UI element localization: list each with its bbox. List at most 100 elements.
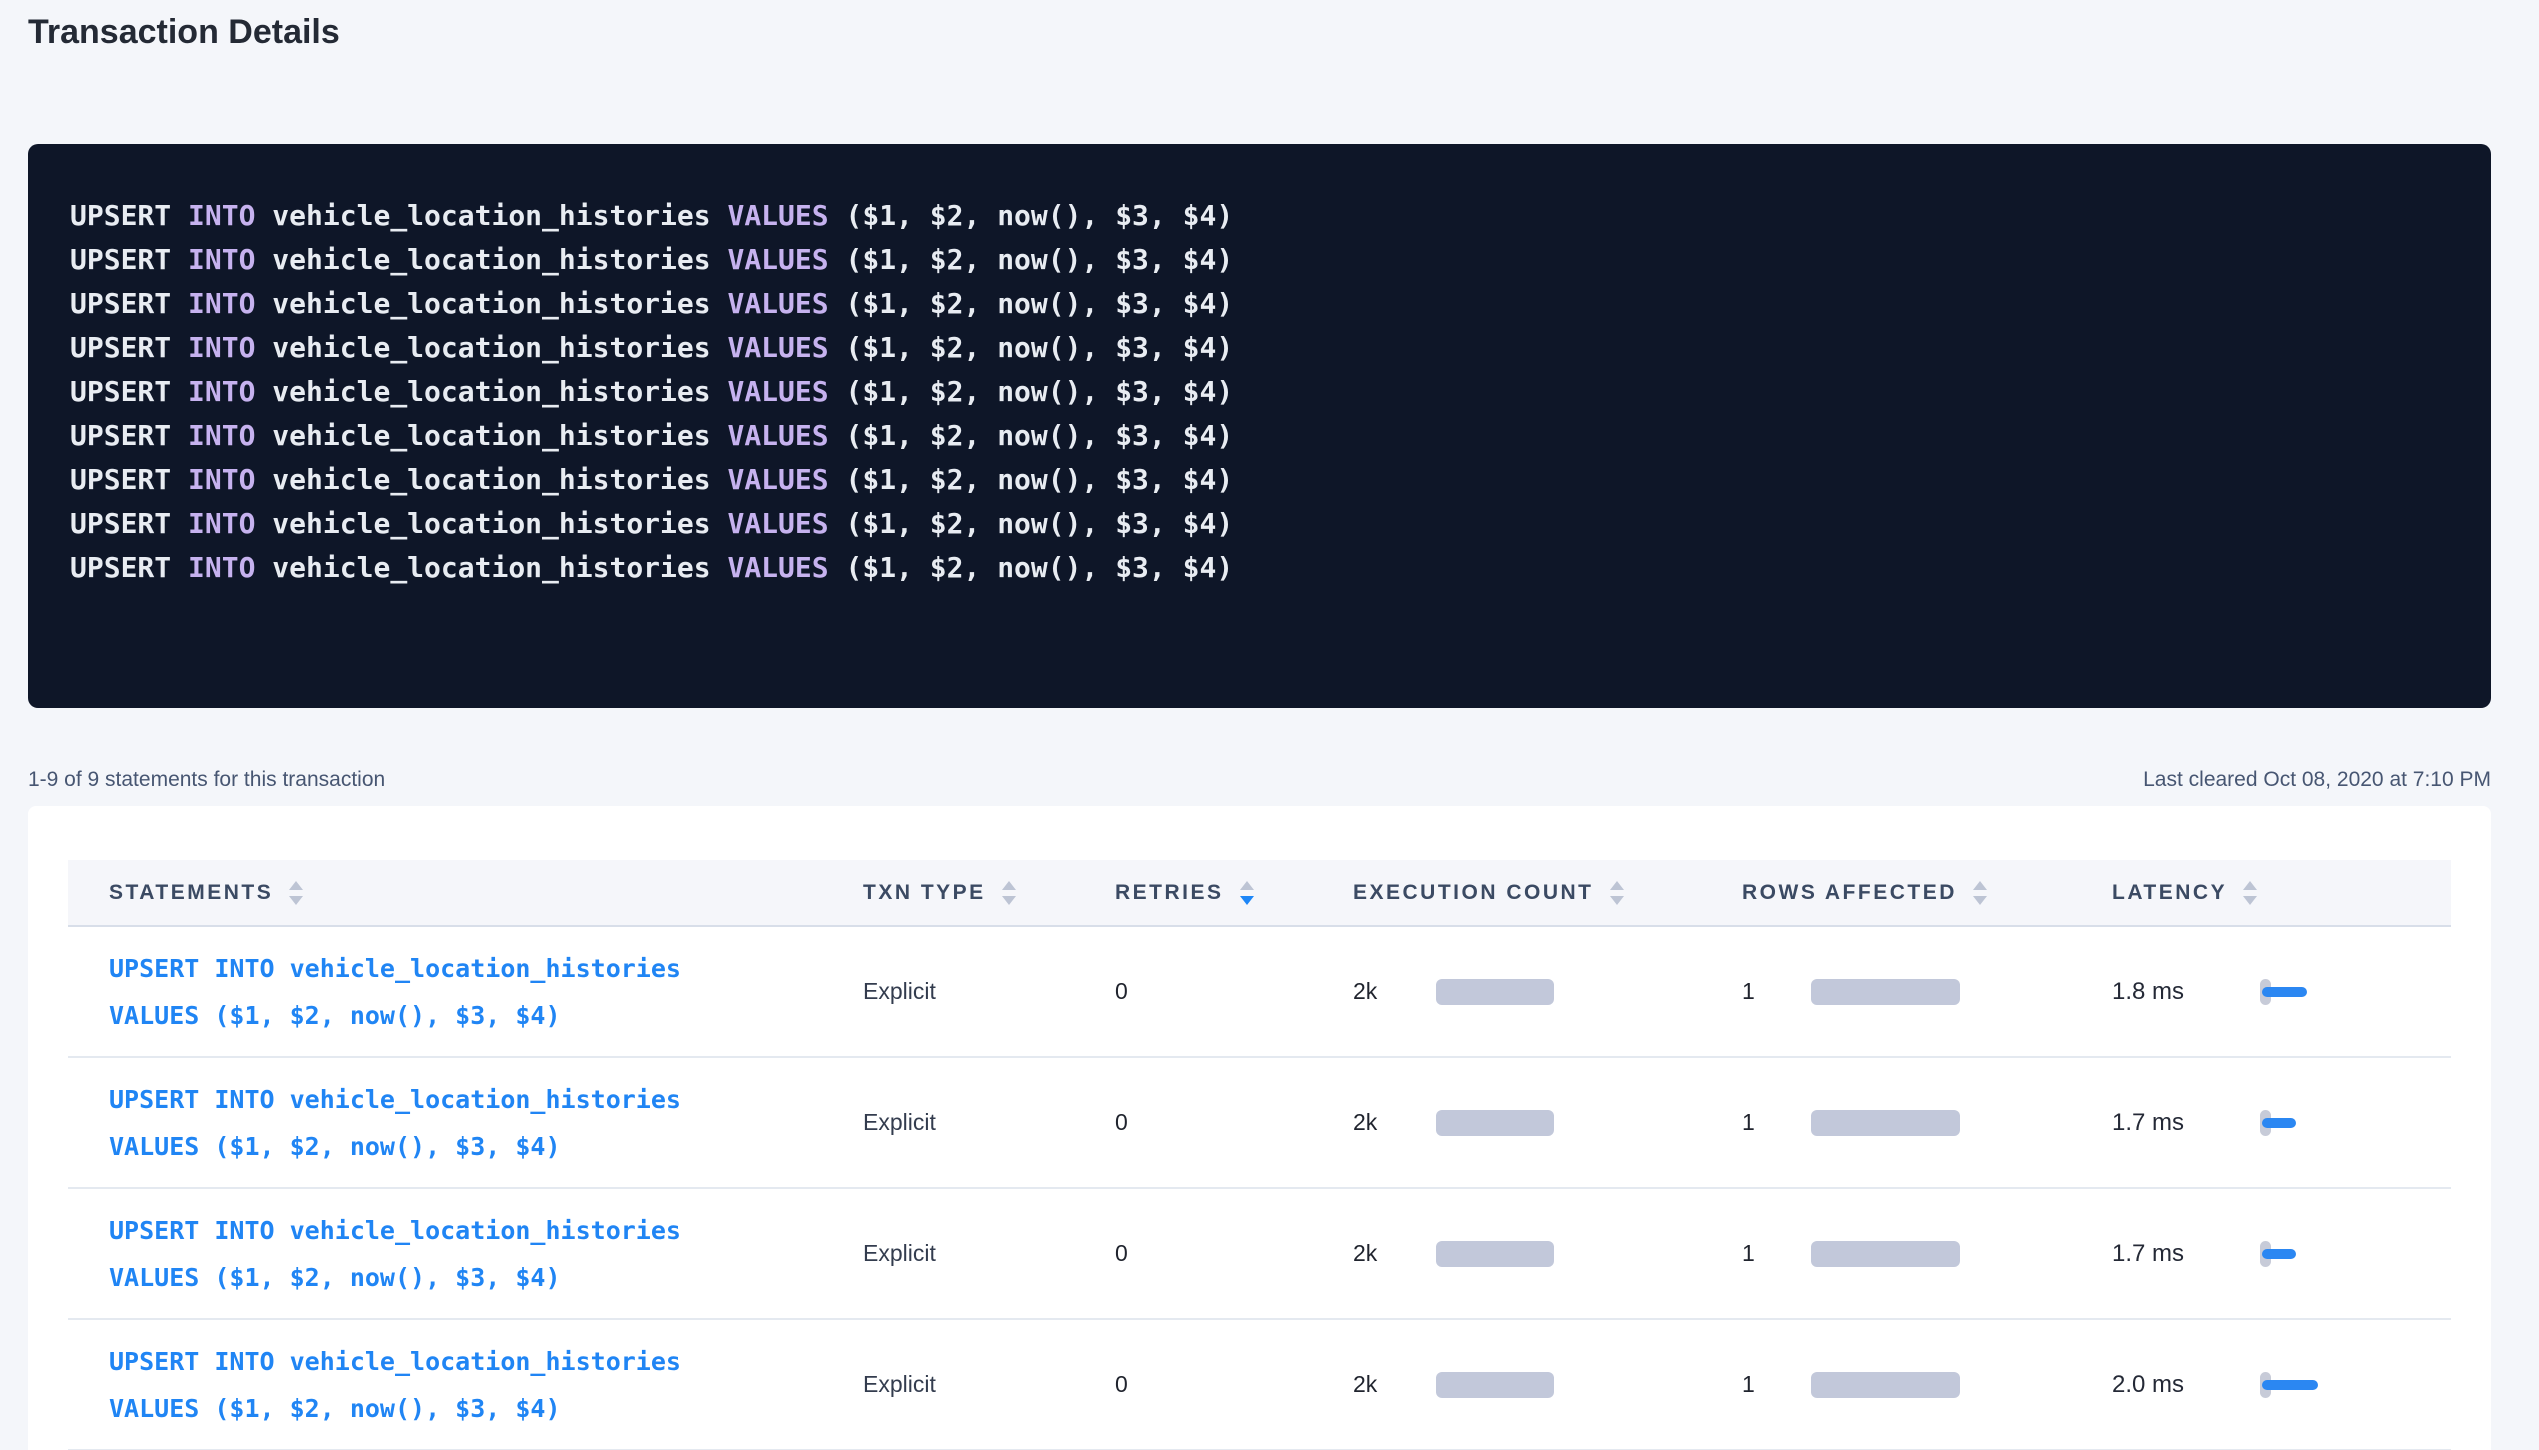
rows-affected-cell: 1 [1742, 1109, 2112, 1136]
rows-affected-value: 1 [1742, 978, 1811, 1005]
sql-keyword: VALUES [727, 199, 828, 232]
statement-link[interactable]: UPSERT INTO vehicle_location_historiesVA… [109, 1338, 681, 1432]
sql-text: vehicle_location_histories [255, 331, 727, 364]
sql-statement-line: UPSERT INTO vehicle_location_histories V… [70, 502, 2451, 546]
rows-affected-cell: 1 [1742, 1240, 2112, 1267]
column-header-label: LATENCY [2112, 881, 2227, 905]
latency-cell: 1.7 ms [2112, 1240, 2451, 1268]
sql-keyword: INTO [188, 331, 255, 364]
latency-bar-chart [2260, 1241, 2400, 1267]
sql-keyword: VALUES [727, 287, 828, 320]
sort-desc-icon [1240, 896, 1254, 905]
latency-bar-chart [2260, 1110, 2400, 1136]
txn-type-value: Explicit [863, 978, 936, 1005]
sql-text: ($1, $2, now(), $3, $4) [829, 551, 1234, 584]
table-body: UPSERT INTO vehicle_location_histories VA… [68, 927, 2451, 1450]
sql-text: vehicle_location_histories [255, 419, 727, 452]
rows-affected-bar [1811, 1110, 1960, 1136]
statement-cell: UPSERT INTO vehicle_location_historiesVA… [68, 1207, 863, 1301]
sort-asc-icon [1002, 881, 1016, 890]
sql-text: UPSERT [70, 551, 188, 584]
execution-count-cell: 2k [1353, 1109, 1742, 1136]
sort-arrows[interactable] [2243, 881, 2257, 905]
sql-text: vehicle_location_histories [255, 199, 727, 232]
latency-value: 2.0 ms [2112, 1371, 2260, 1399]
sql-text: ($1, $2, now(), $3, $4) [829, 419, 1234, 452]
statements-table-card: STATEMENTS TXN TYPERETRIESEXECUTION COUNT… [28, 806, 2491, 1450]
statement-line-2: VALUES ($1, $2, now(), $3, $4) [109, 992, 681, 1039]
column-header-statements[interactable]: STATEMENTS [68, 881, 863, 905]
column-header-txn-type[interactable]: TXN TYPE [863, 881, 1115, 905]
sort-arrows[interactable] [289, 881, 303, 905]
column-header-execution-count[interactable]: EXECUTION COUNT [1353, 881, 1742, 905]
statement-line-2: VALUES ($1, $2, now(), $3, $4) [109, 1254, 681, 1301]
txn-type-cell: Explicit [863, 1371, 1115, 1398]
latency-cell: 2.0 ms [2112, 1371, 2451, 1399]
statements-summary-bar: 1-9 of 9 statements for this transaction… [28, 768, 2491, 792]
sql-statement-line: UPSERT INTO vehicle_location_histories V… [70, 414, 2451, 458]
sql-keyword: VALUES [727, 507, 828, 540]
column-header-rows-affected[interactable]: ROWS AFFECTED [1742, 881, 2112, 905]
sort-arrows[interactable] [1610, 881, 1624, 905]
transaction-details-page: Transaction Details UPSERT INTO vehicle_… [0, 0, 2539, 1450]
table-row: UPSERT INTO vehicle_location_historiesVA… [68, 1058, 2451, 1189]
rows-affected-value: 1 [1742, 1371, 1811, 1398]
sort-asc-icon [1610, 881, 1624, 890]
table-row: UPSERT INTO vehicle_location_historiesVA… [68, 1320, 2451, 1450]
retries-cell: 0 [1115, 1240, 1353, 1267]
sql-keyword: INTO [188, 375, 255, 408]
sql-keyword: INTO [188, 199, 255, 232]
sort-desc-icon [1973, 896, 1987, 905]
sql-statement-line: UPSERT INTO vehicle_location_histories V… [70, 370, 2451, 414]
rows-affected-cell: 1 [1742, 978, 2112, 1005]
sql-text: UPSERT [70, 375, 188, 408]
rows-affected-bar [1811, 1241, 1960, 1267]
sql-keyword: VALUES [727, 419, 828, 452]
statements-range-text: 1-9 of 9 statements for this transaction [28, 768, 385, 792]
last-cleared-text: Last cleared Oct 08, 2020 at 7:10 PM [2143, 768, 2491, 792]
execution-count-bar [1436, 1241, 1554, 1267]
sql-text: UPSERT [70, 199, 188, 232]
execution-count-value: 2k [1353, 1371, 1436, 1398]
table-row: UPSERT INTO vehicle_location_historiesVA… [68, 1189, 2451, 1320]
sort-arrows[interactable] [1973, 881, 1987, 905]
table-row: UPSERT INTO vehicle_location_historiesVA… [68, 927, 2451, 1058]
sql-text: vehicle_location_histories [255, 243, 727, 276]
sort-arrows[interactable] [1240, 881, 1254, 905]
execution-count-value: 2k [1353, 1109, 1436, 1136]
execution-count-bar [1436, 979, 1554, 1005]
execution-count-bar [1436, 1110, 1554, 1136]
sql-text: ($1, $2, now(), $3, $4) [829, 287, 1234, 320]
latency-bar [2262, 1118, 2296, 1128]
statement-link[interactable]: UPSERT INTO vehicle_location_historiesVA… [109, 1076, 681, 1170]
statement-cell: UPSERT INTO vehicle_location_historiesVA… [68, 945, 863, 1039]
sql-text: UPSERT [70, 243, 188, 276]
execution-count-bar [1436, 1372, 1554, 1398]
latency-bar [2262, 987, 2307, 997]
retries-cell: 0 [1115, 1371, 1353, 1398]
sql-keyword: INTO [188, 463, 255, 496]
column-header-label: ROWS AFFECTED [1742, 881, 1957, 905]
sql-keyword: VALUES [727, 551, 828, 584]
sql-text: vehicle_location_histories [255, 375, 727, 408]
sql-keyword: INTO [188, 507, 255, 540]
sort-arrows[interactable] [1002, 881, 1016, 905]
statement-line-1: UPSERT INTO vehicle_location_histories [109, 1338, 681, 1385]
retries-value: 0 [1115, 1240, 1128, 1267]
column-header-label: STATEMENTS [109, 881, 273, 905]
retries-value: 0 [1115, 1109, 1128, 1136]
statement-link[interactable]: UPSERT INTO vehicle_location_historiesVA… [109, 945, 681, 1039]
sql-text: UPSERT [70, 507, 188, 540]
latency-value: 1.7 ms [2112, 1109, 2260, 1137]
sql-text: vehicle_location_histories [255, 287, 727, 320]
sort-asc-icon [289, 881, 303, 890]
sort-asc-icon [1973, 881, 1987, 890]
column-header-latency[interactable]: LATENCY [2112, 881, 2451, 905]
statement-link[interactable]: UPSERT INTO vehicle_location_historiesVA… [109, 1207, 681, 1301]
column-header-retries[interactable]: RETRIES [1115, 881, 1353, 905]
sort-desc-icon [1002, 896, 1016, 905]
latency-bar-chart [2260, 1372, 2400, 1398]
table-header-row: STATEMENTS TXN TYPERETRIESEXECUTION COUNT… [68, 860, 2451, 927]
sql-text: UPSERT [70, 463, 188, 496]
sort-desc-icon [2243, 896, 2257, 905]
